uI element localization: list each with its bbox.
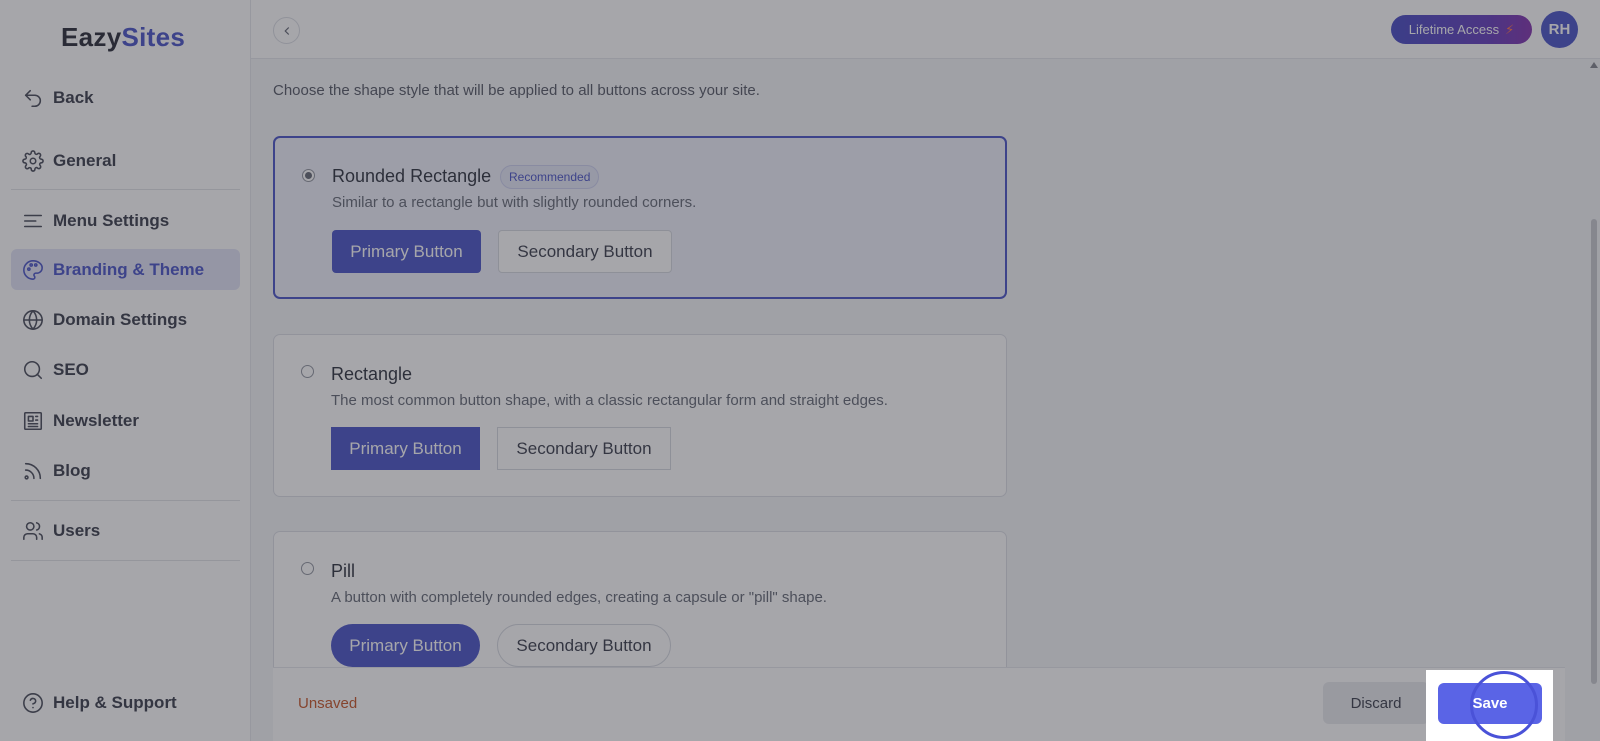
sidebar-item-help-support[interactable]: Help & Support (11, 682, 240, 723)
radio-pill[interactable] (301, 562, 314, 575)
globe-icon (21, 308, 45, 332)
sidebar-item-label: Domain Settings (53, 309, 188, 329)
option-description: A button with completely rounded edges, … (331, 589, 827, 606)
sidebar-item-newsletter[interactable]: Newsletter (11, 400, 240, 441)
shape-option-rectangle[interactable]: Rectangle The most common button shape, … (273, 334, 1007, 497)
lifetime-access-label: Lifetime Access (1408, 22, 1500, 37)
menu-lines-icon (21, 209, 45, 233)
sidebar-item-domain-settings[interactable]: Domain Settings (11, 299, 240, 340)
sidebar-item-seo[interactable]: SEO (11, 349, 240, 390)
sidebar-item-label: SEO (53, 359, 89, 379)
sidebar-item-label: Newsletter (53, 410, 139, 430)
primary-button-preview[interactable]: Primary Button (331, 427, 480, 470)
scroll-up-arrow-icon[interactable] (1590, 62, 1598, 68)
back-arrow-icon (21, 86, 45, 110)
collapse-sidebar-button[interactable] (273, 17, 300, 44)
discard-button[interactable]: Discard (1323, 682, 1429, 724)
chevron-left-icon (283, 26, 289, 35)
radio-rectangle[interactable] (301, 365, 314, 378)
sidebar-item-blog[interactable]: Blog (11, 450, 240, 491)
unsaved-status: Unsaved (298, 695, 358, 712)
secondary-button-preview[interactable]: Secondary Button (497, 624, 671, 667)
primary-button-preview[interactable]: Primary Button (331, 624, 480, 667)
users-icon (21, 519, 45, 543)
scrollbar-thumb[interactable] (1591, 219, 1597, 684)
lifetime-access-badge[interactable]: Lifetime Access ⚡ (1391, 15, 1532, 44)
app-logo[interactable]: EazySites (61, 22, 185, 53)
sidebar-item-branding-theme[interactable]: Branding & Theme (11, 249, 240, 290)
search-icon (21, 358, 45, 382)
lightning-icon: ⚡ (1505, 21, 1515, 37)
option-description: The most common button shape, with a cla… (331, 392, 888, 409)
sidebar-item-users[interactable]: Users (11, 510, 240, 551)
secondary-button-preview[interactable]: Secondary Button (497, 427, 671, 470)
option-title: Rectangle (331, 364, 413, 384)
sidebar: EazySites Back General Menu Settings Bra… (0, 0, 251, 741)
option-title: Pill (331, 561, 356, 581)
shape-option-pill[interactable]: Pill A button with completely rounded ed… (273, 531, 1007, 681)
help-circle-icon (21, 691, 45, 715)
sidebar-item-label: Branding & Theme (53, 259, 205, 279)
secondary-button-preview[interactable]: Secondary Button (498, 230, 672, 273)
option-title: Rounded Rectangle (332, 166, 492, 186)
sidebar-item-label: Help & Support (53, 692, 177, 712)
gear-icon (21, 149, 45, 173)
sidebar-divider (11, 189, 240, 190)
sidebar-item-label: Users (53, 520, 101, 540)
radio-rounded-rectangle[interactable] (302, 169, 315, 182)
rss-icon (21, 459, 45, 483)
save-button[interactable]: Save (1438, 683, 1542, 724)
sidebar-item-back[interactable]: Back (11, 77, 240, 118)
section-description: Choose the shape style that will be appl… (273, 82, 760, 99)
sidebar-item-label: Menu Settings (53, 210, 170, 230)
sidebar-item-label: Blog (53, 460, 91, 480)
sidebar-item-menu-settings[interactable]: Menu Settings (11, 200, 240, 241)
palette-icon (21, 258, 45, 282)
newspaper-icon (21, 409, 45, 433)
sidebar-divider (11, 500, 240, 501)
sidebar-item-general[interactable]: General (11, 140, 240, 181)
primary-button-preview[interactable]: Primary Button (332, 230, 481, 273)
sidebar-item-label: Back (53, 87, 94, 107)
sidebar-item-label: General (53, 150, 117, 170)
avatar[interactable]: RH (1541, 11, 1578, 48)
shape-option-rounded-rectangle[interactable]: Rounded Rectangle Recommended Similar to… (273, 136, 1007, 299)
option-description: Similar to a rectangle but with slightly… (332, 194, 697, 211)
recommended-badge: Recommended (500, 165, 600, 189)
sidebar-divider (11, 560, 240, 561)
